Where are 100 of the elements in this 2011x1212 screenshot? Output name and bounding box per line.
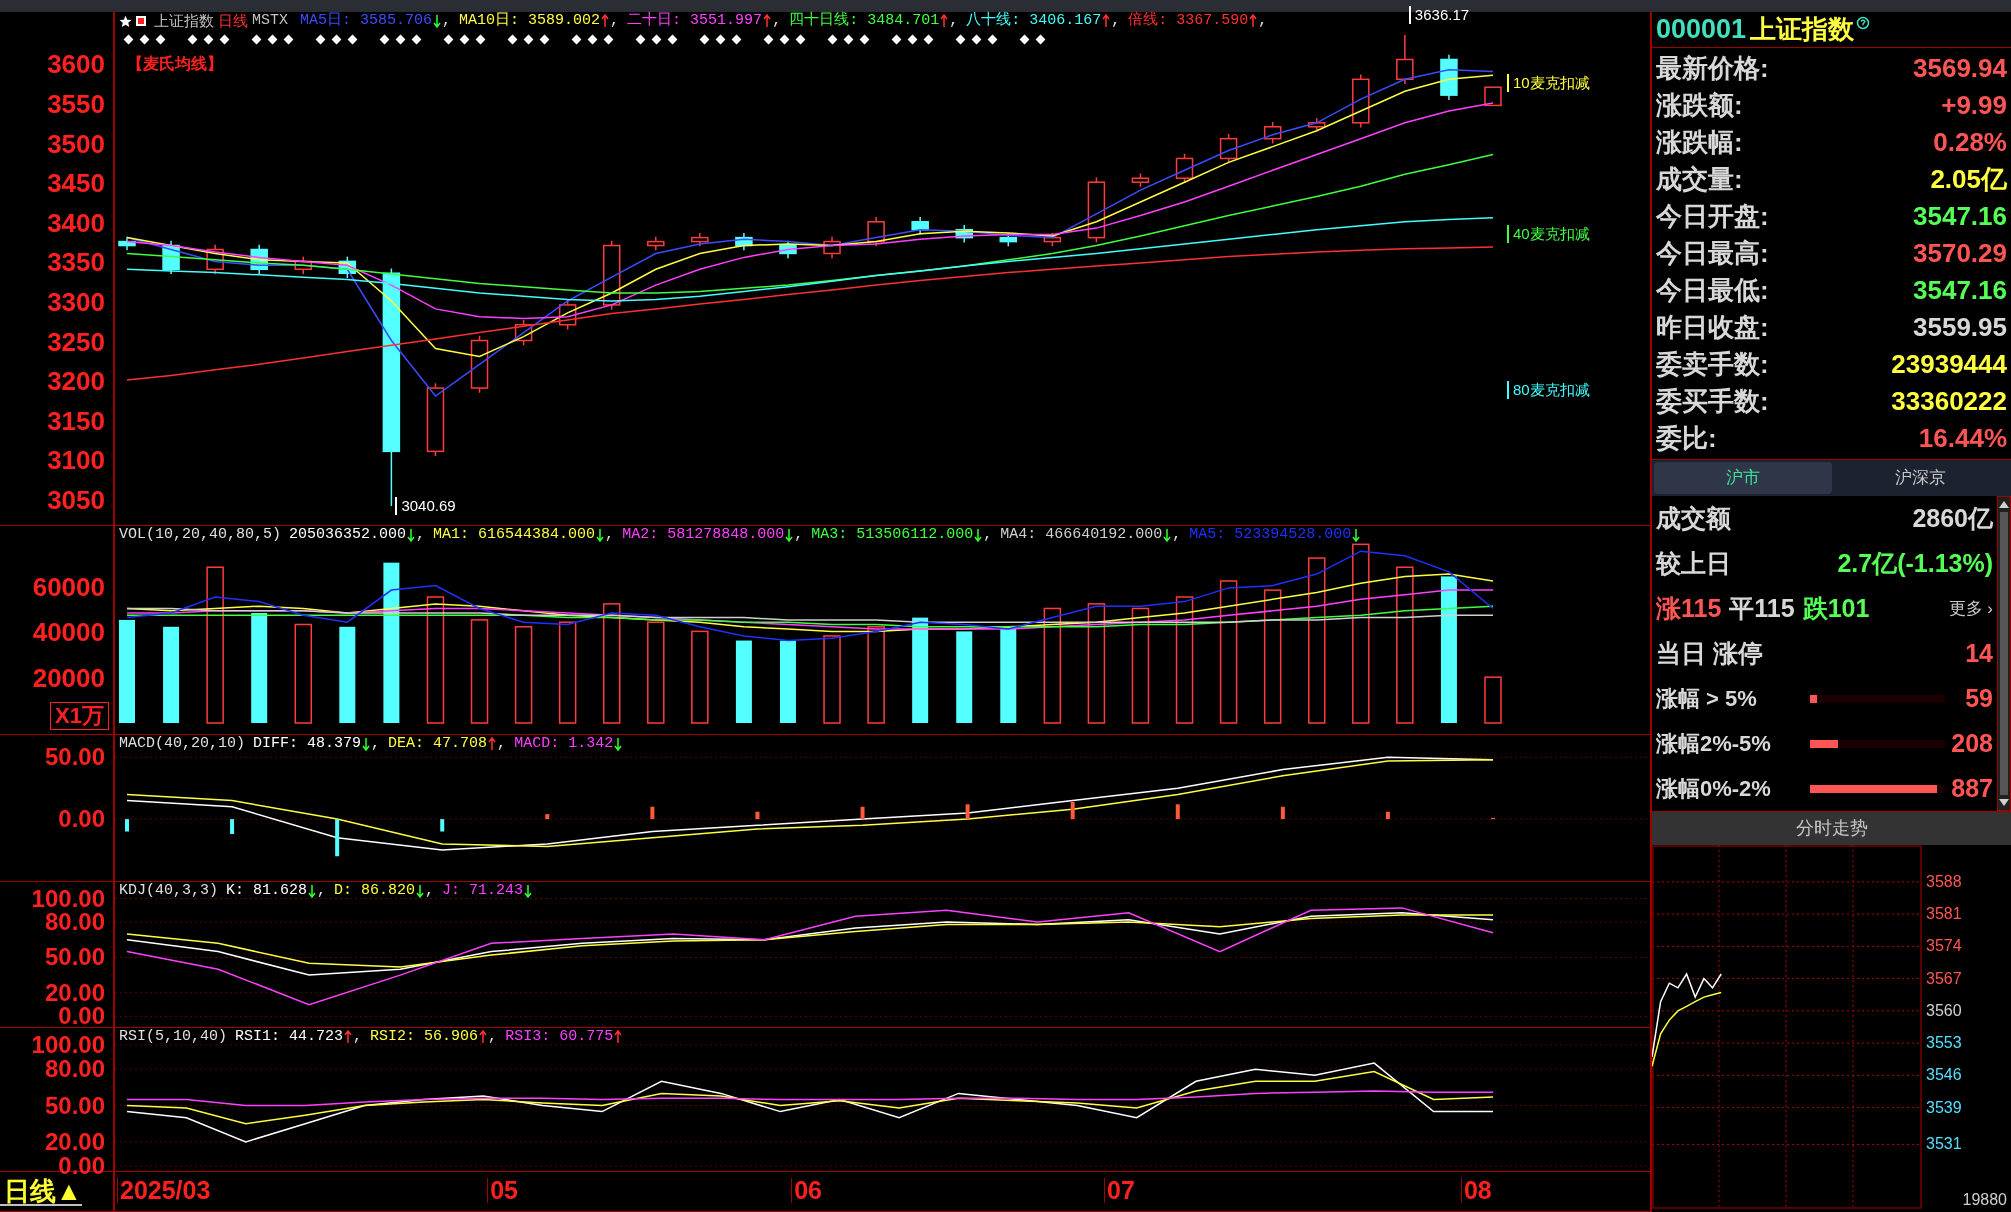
indicator-tag: 【麦氏均线】: [127, 52, 223, 76]
indicator-value: D: 86.820: [334, 882, 416, 900]
candlestick: [1352, 73, 1370, 129]
candlestick: [514, 319, 533, 347]
candlestick: [250, 244, 268, 275]
stat-count: 跌101: [1802, 592, 1870, 624]
candlestick: [1175, 152, 1194, 184]
axis-label: 0.00: [58, 1004, 105, 1029]
date-label: 07: [1104, 1178, 1135, 1203]
indicator-title: VOL(10,20,40,80,5): [119, 526, 282, 544]
help-icon: [1856, 16, 1871, 30]
market-tab[interactable]: 沪深京: [1831, 462, 2009, 494]
separator: ,: [488, 1028, 498, 1046]
indicator-value: RSI1: 44.723: [235, 1028, 344, 1046]
scroll-thumb[interactable]: [2000, 512, 2008, 795]
candlestick: [1440, 54, 1458, 101]
axis-label: 3531: [1926, 1136, 1962, 1153]
candlestick: [911, 216, 929, 236]
axis-label: 50.00: [44, 745, 105, 770]
quote-value: 3570.29: [1913, 237, 2007, 270]
more-link[interactable]: 更多 ›: [1948, 595, 1993, 622]
stat-value: 59: [1965, 682, 1993, 714]
candlestick: [1263, 121, 1282, 145]
candlestick: [558, 299, 577, 331]
candlestick: [779, 240, 797, 259]
indicator-value: MA10日: 3589.002: [459, 12, 601, 30]
indicator-name: MSTX: [252, 12, 288, 30]
candlestick: [691, 232, 709, 248]
quote-label: 最新价格:: [1656, 52, 1769, 85]
quote-label: 今日开盘:: [1656, 200, 1769, 233]
axis-label: 3574: [1926, 938, 1962, 955]
quote-value: 2.05亿: [1930, 163, 2007, 196]
quote-value: 3559.95: [1913, 311, 2007, 344]
stat-label: 成交额: [1656, 502, 1731, 534]
stat-label: 涨幅0%-2%: [1656, 775, 1772, 803]
separator: ,: [949, 12, 959, 30]
candlestick: [338, 255, 357, 279]
scrollbar[interactable]: [1997, 496, 2011, 811]
axis-label: 3200: [47, 368, 105, 395]
star-icon: [119, 14, 132, 28]
candlestick: [1043, 232, 1062, 248]
candlestick: [470, 335, 489, 394]
candlestick: [1396, 34, 1414, 85]
axis-label: 60000: [32, 573, 105, 600]
axis-label: 0.00: [58, 807, 105, 832]
quote-value: 3547.16: [1913, 274, 2007, 307]
separator: ,: [425, 882, 435, 900]
price-annotation: 3636.17: [1408, 5, 1470, 24]
axis-label: 40000: [32, 619, 105, 646]
quote-label: 涨跌额:: [1656, 89, 1743, 122]
axis-label: 3581: [1926, 906, 1962, 923]
unit-badge: X1万: [50, 702, 109, 730]
indicator-value: RSI2: 56.906: [370, 1028, 479, 1046]
candlestick: [206, 244, 224, 275]
candlestick: [294, 255, 312, 275]
indicator-value: MA4: 466640192.000: [1000, 526, 1163, 544]
axis-label: 3567: [1926, 970, 1962, 987]
separator: ,: [442, 12, 452, 30]
candlestick: [735, 232, 753, 252]
axis-label: 3500: [47, 130, 105, 157]
deduction-label: 10麦克扣减: [1507, 74, 1590, 93]
date-label: 06: [791, 1178, 822, 1203]
quote-value: 23939444: [1891, 348, 2007, 381]
quote-value: 33360222: [1891, 385, 2007, 418]
quote-value: 0.28%: [1933, 126, 2007, 159]
separator: ,: [605, 526, 615, 544]
quote-label: 今日最低:: [1656, 274, 1769, 307]
axis-label: 3546: [1926, 1067, 1962, 1084]
candlestick: [1131, 172, 1150, 188]
quote-value: +9.99: [1941, 89, 2007, 122]
separator: ,: [317, 882, 327, 900]
indicator-title: RSI(5,10,40): [119, 1028, 228, 1046]
price-annotation: 3040.69: [395, 497, 456, 515]
axis-label: 20.00: [44, 980, 105, 1005]
axis-label: 3100: [47, 447, 105, 474]
indicator-value: MA1: 616544384.000: [433, 526, 596, 544]
stat-label: 涨幅 > 5%: [1656, 685, 1758, 713]
candlestick: [955, 224, 973, 244]
axis-label: 3300: [47, 288, 105, 315]
date-label: 05: [487, 1178, 518, 1203]
axis-label: 3553: [1926, 1035, 1962, 1052]
quote-label: 委比:: [1656, 422, 1717, 455]
candlestick: [602, 240, 621, 311]
stat-value: 2.7亿(-1.13%): [1837, 547, 1993, 579]
axis-label: 3050: [47, 486, 105, 513]
axis-label: 50.00: [44, 945, 105, 970]
market-tab[interactable]: 沪市: [1654, 462, 1832, 494]
indicator-value: MA2: 581278848.000: [622, 526, 785, 544]
indicator-title: KDJ(40,3,3): [119, 882, 219, 900]
stat-value: 887: [1951, 772, 1993, 804]
separator: ,: [983, 526, 993, 544]
quote-label: 今日最高:: [1656, 237, 1769, 270]
candlestick: [823, 236, 841, 259]
period-label: 日线: [218, 12, 248, 30]
axis-label: 100.00: [31, 1032, 105, 1057]
candlestick: [1087, 176, 1106, 244]
separator: ,: [1258, 12, 1268, 30]
period-button[interactable]: 日线▲: [0, 1177, 82, 1206]
indicator-value: 八十线: 3406.167: [966, 12, 1102, 30]
stock-code: 000001: [1656, 13, 1747, 47]
